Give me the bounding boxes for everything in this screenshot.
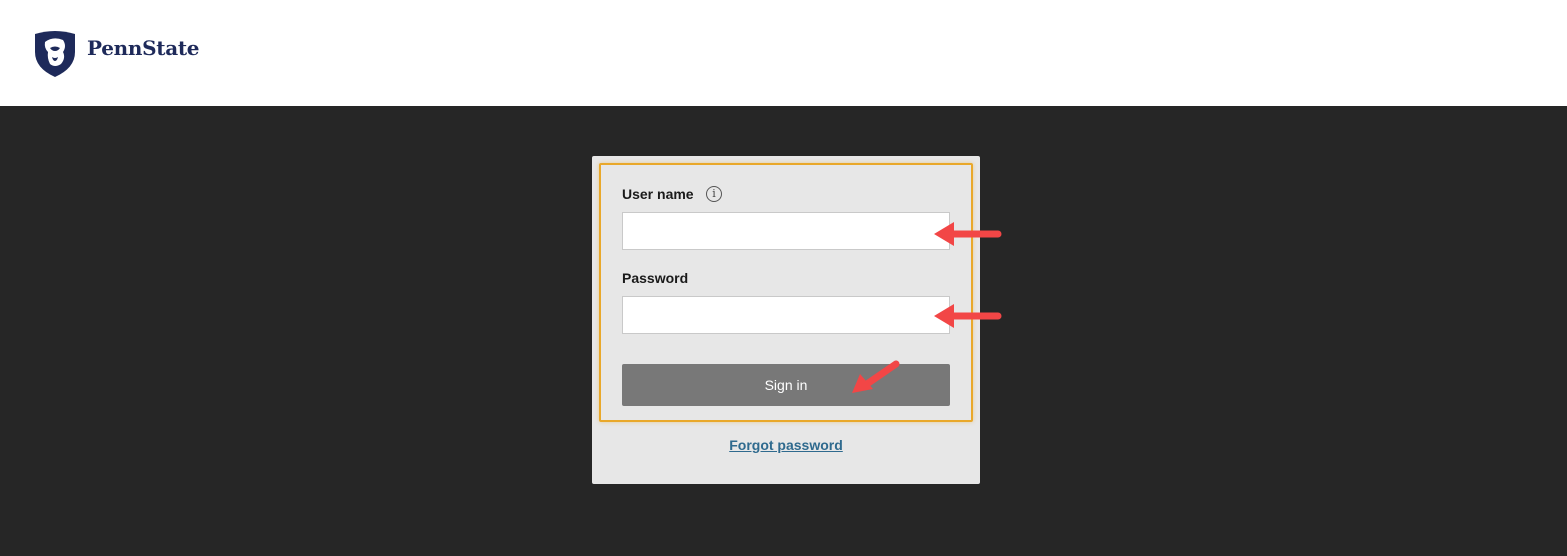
- password-label: Password: [622, 270, 689, 286]
- pennstate-logo[interactable]: PennState: [33, 28, 200, 78]
- site-header: PennState: [0, 0, 1567, 106]
- forgot-password-link[interactable]: Forgot password: [592, 437, 980, 453]
- password-input[interactable]: [622, 296, 950, 334]
- username-label: User name: [622, 186, 694, 202]
- username-input[interactable]: [622, 212, 950, 250]
- brand-name: PennState: [87, 36, 200, 60]
- info-icon[interactable]: i: [706, 186, 722, 202]
- nittany-lion-shield-icon: [35, 31, 75, 77]
- sign-in-button[interactable]: Sign in: [622, 364, 950, 406]
